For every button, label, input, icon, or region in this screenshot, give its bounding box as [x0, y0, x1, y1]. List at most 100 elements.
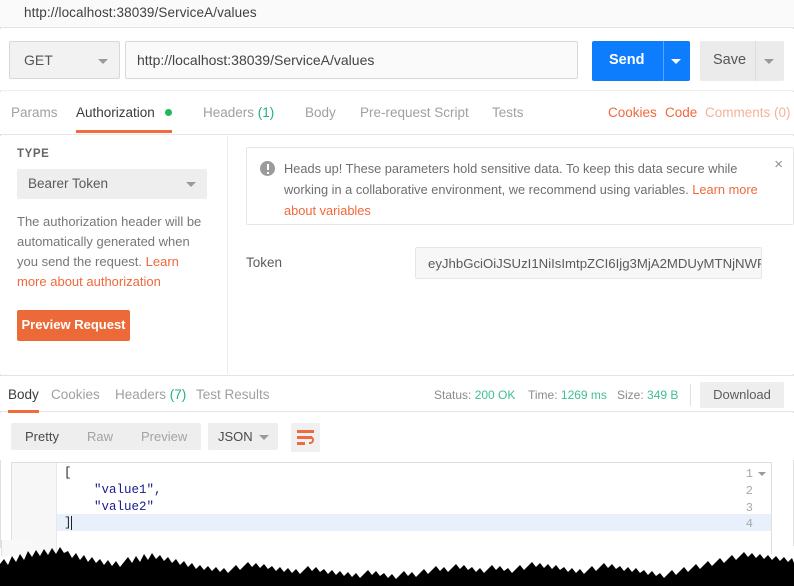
tab-label: Body — [8, 387, 39, 402]
preview-request-label: Preview Request — [17, 317, 130, 332]
format-select[interactable]: JSON — [208, 423, 278, 450]
time-label: Time: — [528, 388, 558, 402]
authorization-right-column: Heads up! These parameters hold sensitiv… — [228, 136, 794, 374]
torn-paper-edge — [0, 542, 794, 586]
send-button[interactable]: Send — [592, 41, 690, 81]
status-label: Status: — [434, 388, 471, 402]
method-select[interactable]: GET — [9, 41, 120, 79]
status-value: 200 OK — [475, 388, 516, 402]
authorization-description: The authorization header will be automat… — [17, 212, 207, 292]
tab-count: (1) — [258, 105, 275, 120]
tab-headers[interactable]: Headers (1) — [203, 105, 274, 120]
chevron-down-icon — [259, 435, 269, 440]
tab-authorization[interactable]: Authorization — [76, 105, 172, 120]
tab-label: Tests — [492, 105, 524, 120]
request-url-row: GET http://localhost:38039/ServiceA/valu… — [0, 29, 794, 91]
response-tab-bar: Body Cookies Headers (7) Test Results St… — [0, 375, 794, 412]
send-button-label: Send — [609, 52, 644, 68]
fold-toggle-icon[interactable] — [758, 472, 766, 476]
download-button[interactable]: Download — [700, 382, 784, 408]
divider — [690, 384, 691, 406]
line-number: 2 — [729, 484, 753, 498]
info-icon — [260, 161, 275, 176]
tab-label: Params — [11, 105, 58, 120]
chevron-down-icon[interactable] — [764, 59, 774, 64]
view-mode-pretty[interactable]: Pretty — [11, 423, 73, 450]
code-line: [ — [64, 466, 72, 480]
token-input[interactable]: eyJhbGciOiJSUzI1NiIsImtpZCI6Ijg3MjA2MDUy… — [415, 247, 762, 279]
size-badge: Size: 349 B — [617, 388, 678, 402]
token-label: Token — [246, 255, 282, 270]
tab-label: Headers — [203, 105, 254, 120]
code-line: "value1", — [64, 483, 162, 497]
wrap-line-1 — [297, 430, 314, 433]
size-value: 349 B — [647, 388, 678, 402]
wrap-line-3 — [297, 442, 305, 445]
chevron-down-icon — [98, 59, 108, 64]
size-label: Size: — [617, 388, 644, 402]
response-tab-test-results[interactable]: Test Results — [196, 387, 270, 402]
response-tab-body[interactable]: Body — [8, 387, 39, 402]
banner-message: Heads up! These parameters hold sensitiv… — [284, 161, 737, 197]
tab-count: (7) — [170, 387, 187, 402]
word-wrap-icon[interactable] — [291, 423, 320, 452]
sensitive-data-banner: Heads up! These parameters hold sensitiv… — [246, 147, 794, 225]
tab-params[interactable]: Params — [11, 105, 58, 120]
line-number: 1 — [729, 467, 753, 481]
tab-body[interactable]: Body — [305, 105, 336, 120]
response-tab-cookies[interactable]: Cookies — [51, 387, 100, 402]
banner-text: Heads up! These parameters hold sensitiv… — [284, 158, 764, 221]
tab-label: Cookies — [51, 387, 100, 402]
tab-label: Pre-request Script — [360, 105, 469, 120]
view-mode-group: Pretty Raw Preview — [11, 423, 201, 450]
response-tab-headers[interactable]: Headers (7) — [115, 387, 186, 402]
line-number: 4 — [729, 517, 753, 531]
tab-label: Test Results — [196, 387, 270, 402]
text-cursor — [71, 516, 72, 530]
request-tab-bar: Params Authorization Headers (1) Body Pr… — [0, 92, 794, 135]
authorization-left-column: TYPE Bearer Token The authorization head… — [0, 136, 228, 374]
preview-request-button[interactable]: Preview Request — [17, 310, 130, 341]
tab-label: Body — [305, 105, 336, 120]
save-button[interactable]: Save — [700, 41, 784, 81]
line-number: 3 — [729, 501, 753, 515]
auth-active-dot-icon — [165, 109, 172, 116]
time-value: 1269 ms — [561, 388, 607, 402]
code-line: "value2" — [64, 500, 154, 514]
tab-label: Authorization — [76, 105, 155, 120]
active-line-highlight — [57, 514, 772, 531]
code-link[interactable]: Code — [665, 105, 697, 120]
chevron-down-icon — [186, 182, 196, 187]
tab-label: Headers — [115, 387, 166, 402]
view-mode-preview[interactable]: Preview — [127, 423, 201, 450]
url-value: http://localhost:38039/ServiceA/values — [137, 52, 374, 68]
tab-tests[interactable]: Tests — [492, 105, 524, 120]
method-value: GET — [24, 52, 53, 68]
active-tab-underline — [76, 130, 172, 133]
save-button-label: Save — [713, 52, 746, 68]
divider — [755, 41, 756, 81]
auth-type-value: Bearer Token — [28, 176, 108, 191]
type-heading: TYPE — [17, 148, 49, 160]
token-row: Token eyJhbGciOiJSUzI1NiIsImtpZCI6Ijg3Mj… — [228, 244, 794, 284]
chevron-down-icon[interactable] — [671, 59, 681, 64]
window-title-bar: http://localhost:38039/ServiceA/values — [0, 0, 794, 28]
format-value: JSON — [218, 429, 253, 444]
close-icon[interactable]: × — [774, 157, 783, 172]
token-value: eyJhbGciOiJSUzI1NiIsImtpZCI6Ijg3MjA2MDUy… — [428, 256, 762, 271]
cookies-link[interactable]: Cookies — [608, 105, 657, 120]
time-badge: Time: 1269 ms — [528, 388, 607, 402]
url-input[interactable]: http://localhost:38039/ServiceA/values — [125, 41, 578, 79]
divider — [663, 41, 664, 81]
wrap-arrow — [309, 436, 314, 444]
comments-link[interactable]: Comments (0) — [705, 105, 791, 120]
tab-pre-request-script[interactable]: Pre-request Script — [360, 105, 469, 120]
torn-edge-shape — [0, 542, 794, 586]
authorization-panel: TYPE Bearer Token The authorization head… — [0, 136, 794, 374]
status-badge: Status: 200 OK — [434, 388, 515, 402]
view-mode-raw[interactable]: Raw — [73, 423, 127, 450]
page-title: http://localhost:38039/ServiceA/values — [24, 5, 257, 20]
auth-type-select[interactable]: Bearer Token — [17, 169, 207, 199]
response-body-editor[interactable]: 1 2 3 4 [ "value1", "value2" ] — [11, 462, 772, 554]
download-label: Download — [700, 387, 784, 402]
